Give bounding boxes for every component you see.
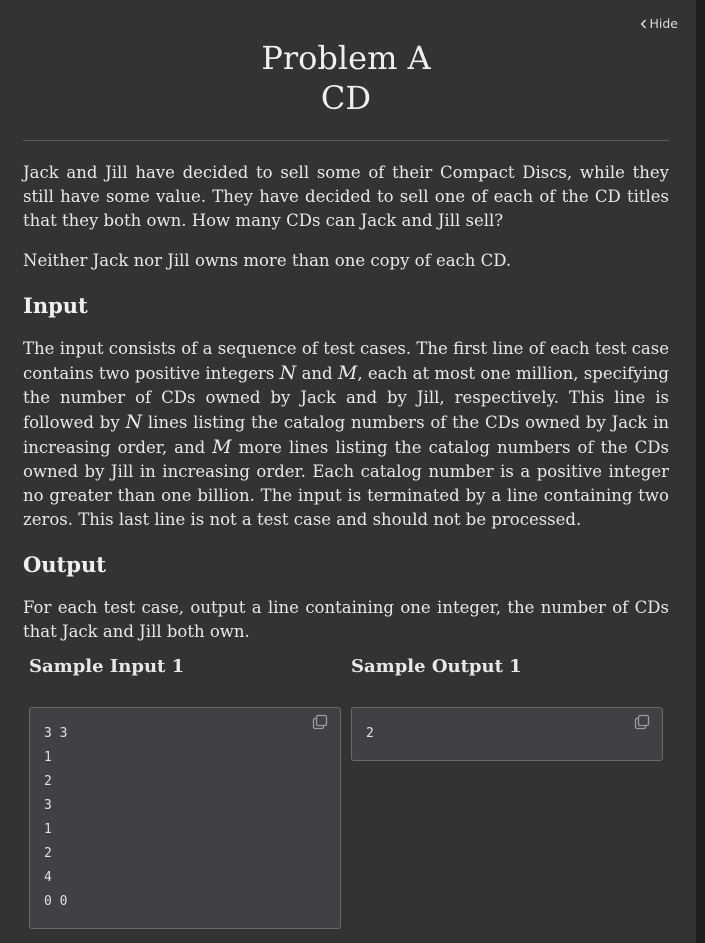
- math-variable: M: [212, 436, 232, 458]
- sample-line: 0 0: [44, 894, 68, 909]
- sample-output-content: 2: [352, 708, 662, 746]
- sample-line: 4: [44, 870, 52, 885]
- problem-name: CD: [320, 79, 372, 117]
- sample-line: 2: [44, 774, 52, 789]
- problem-panel: Hide Problem A CD Jack and Jill have dec…: [0, 0, 696, 943]
- statement-paragraph-2: Neither Jack nor Jill owns more than one…: [23, 251, 512, 270]
- math-variable: M: [337, 362, 358, 384]
- hide-label: Hide: [649, 16, 679, 31]
- sample-output-box: 2: [351, 707, 663, 761]
- sample-input-label: Sample Input 1: [29, 656, 185, 677]
- sample-line: 2: [44, 846, 52, 861]
- copy-icon[interactable]: [634, 714, 650, 739]
- input-description: The input consists of a sequence of test…: [23, 337, 669, 532]
- problem-statement: Jack and Jill have decided to sell some …: [23, 161, 669, 644]
- problem-title: Problem A: [261, 39, 431, 77]
- output-heading: Output: [23, 552, 106, 577]
- output-description: For each test case, output a line contai…: [23, 598, 669, 641]
- sample-line: 1: [44, 822, 52, 837]
- sample-line: 2: [366, 726, 374, 741]
- problem-header: Problem A CD: [23, 0, 669, 141]
- sample-input-content: 3 3 1 2 3 1 2 4 0 0: [30, 708, 340, 914]
- statement-paragraph-1: Jack and Jill have decided to sell some …: [23, 163, 669, 230]
- math-variable: N: [125, 411, 143, 433]
- hide-button[interactable]: Hide: [640, 16, 679, 31]
- input-heading: Input: [23, 293, 88, 318]
- sample-line: 1: [44, 750, 52, 765]
- math-variable: N: [279, 362, 297, 384]
- copy-icon[interactable]: [312, 714, 328, 739]
- sample-line: 3 3: [44, 726, 68, 741]
- sample-output-label: Sample Output 1: [351, 656, 522, 677]
- input-text-segment: and: [296, 364, 338, 383]
- sample-line: 3: [44, 798, 52, 813]
- chevron-left-icon: [640, 18, 646, 29]
- sample-input-box: 3 3 1 2 3 1 2 4 0 0: [29, 707, 341, 929]
